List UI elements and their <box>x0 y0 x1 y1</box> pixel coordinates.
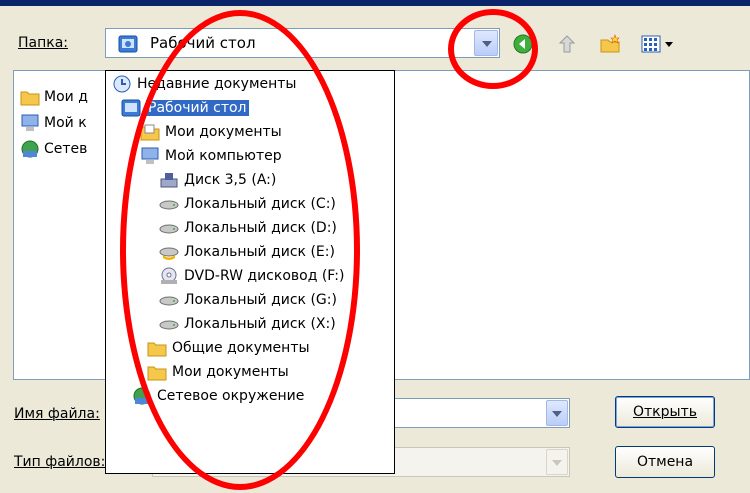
recent-documents-icon <box>113 75 131 93</box>
view-menu-arrow-icon <box>665 42 673 47</box>
filetype-label: Тип файлов: <box>14 454 106 470</box>
desktop-icon <box>121 99 141 117</box>
annotation-ring-dropdown-list <box>120 10 360 490</box>
desktop-icon <box>118 35 138 53</box>
annotation-ring-dropdown-button <box>448 9 538 89</box>
window-top-border <box>0 0 750 6</box>
list-item[interactable]: Мои д <box>20 87 88 107</box>
list-item-label: Сетев <box>44 141 88 157</box>
up-folder-icon[interactable] <box>556 33 578 55</box>
my-documents-folder-icon <box>20 91 40 106</box>
filename-dropdown-button[interactable] <box>546 400 568 426</box>
open-button[interactable]: Открыть <box>615 396 715 428</box>
folder-label: Папка: <box>18 35 69 51</box>
list-item[interactable]: Сетев <box>20 139 87 159</box>
list-item[interactable]: Мой к <box>20 113 87 133</box>
new-folder-icon[interactable] <box>599 33 621 55</box>
view-menu-button[interactable] <box>640 33 680 55</box>
filename-label: Имя файла: <box>14 406 100 422</box>
view-grid-icon <box>641 35 661 53</box>
my-computer-icon <box>21 114 39 131</box>
list-item-label: Мои д <box>44 89 88 105</box>
filetype-dropdown-button[interactable] <box>546 449 568 475</box>
network-places-icon <box>21 140 39 158</box>
list-item-label: Мой к <box>44 115 87 131</box>
cancel-button[interactable]: Отмена <box>615 446 715 478</box>
